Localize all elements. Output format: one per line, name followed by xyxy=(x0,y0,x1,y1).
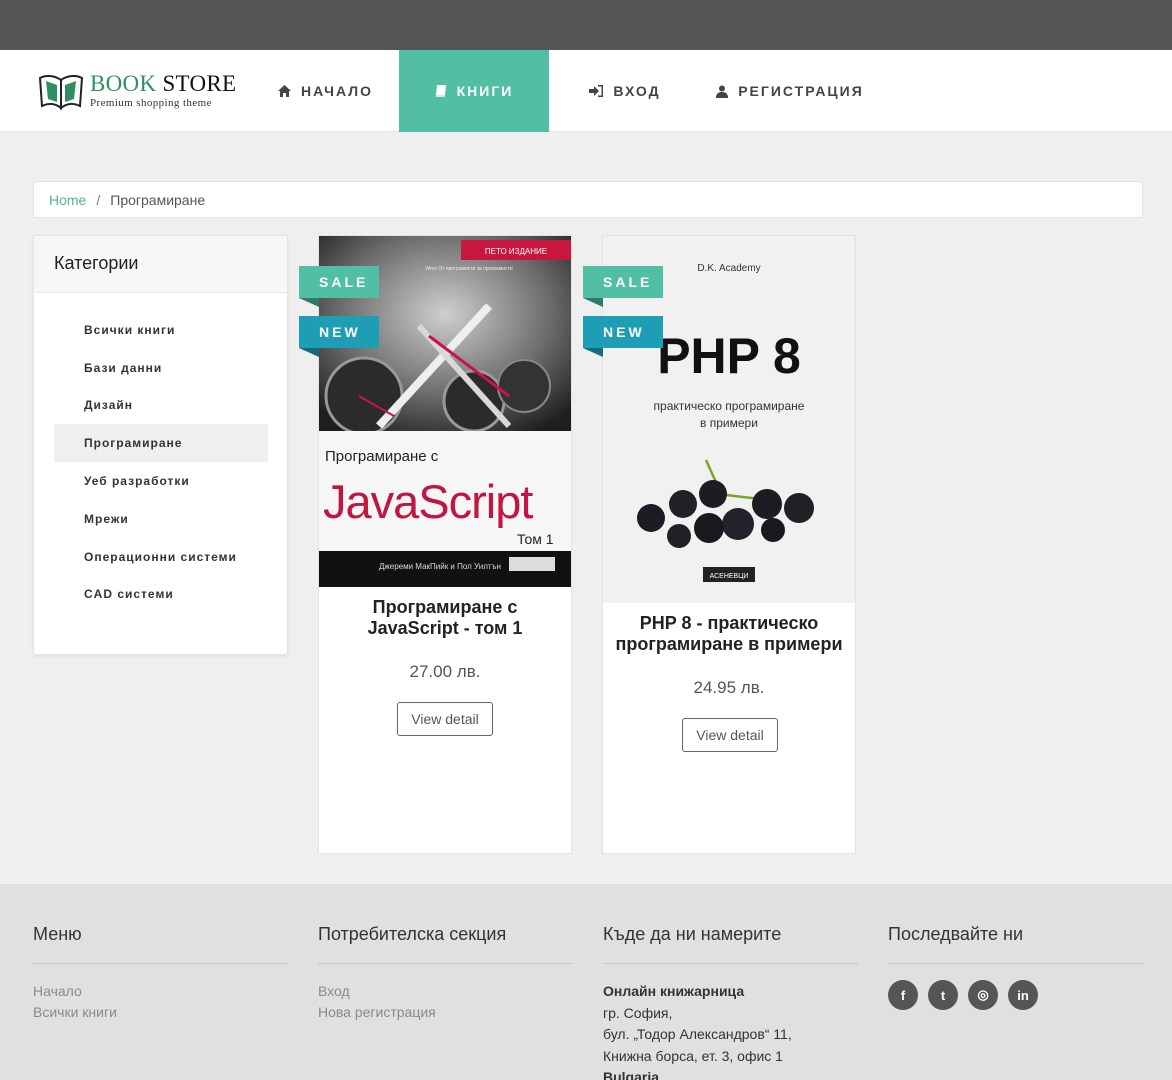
book-logo-icon xyxy=(38,74,84,110)
brand-title: BOOK STORE xyxy=(90,71,237,96)
category-list: Всички книги Бази данни Дизайн Програмир… xyxy=(54,311,268,613)
category-sidebar: Категории Всички книги Бази данни Дизайн… xyxy=(33,235,288,655)
address-line2: бул. „Тодор Александров“ 11, xyxy=(603,1026,792,1042)
cover-sub1: практическо програмиране xyxy=(654,399,805,413)
cover-big-title: PHP 8 xyxy=(657,328,801,384)
sign-in-icon xyxy=(589,85,604,97)
store-name: Онлайн книжарница xyxy=(603,983,745,999)
category-design[interactable]: Дизайн xyxy=(54,387,268,425)
footer-location-column: Къде да ни намерите Онлайн книжарница гр… xyxy=(603,924,858,1080)
cover-publisher-top: D.K. Academy xyxy=(697,263,760,274)
category-operating-systems[interactable]: Операционни системи xyxy=(54,538,268,576)
nav-books-label: КНИГИ xyxy=(456,83,514,99)
product-price: 24.95 лв. xyxy=(693,678,765,697)
footer-link-home[interactable]: Начало xyxy=(33,981,288,1002)
cover-authors: Джереми МакПийк и Пол Уилтън xyxy=(379,562,501,571)
category-databases[interactable]: Бази данни xyxy=(54,349,268,387)
new-badge: NEW xyxy=(583,316,663,357)
footer: Меню Начало Всички книги Потребителска с… xyxy=(0,884,1172,1080)
footer-menu-title: Меню xyxy=(33,924,288,964)
linkedin-icon[interactable]: in xyxy=(1008,980,1038,1010)
footer-link-register[interactable]: Нова регистрация xyxy=(318,1002,573,1023)
nav-login-label: ВХОД xyxy=(613,83,661,99)
product-price: 27.00 лв. xyxy=(409,662,481,681)
breadcrumb-current: Програмиране xyxy=(110,191,206,208)
footer-link-all-books[interactable]: Всички книги xyxy=(33,1002,288,1023)
nav-register-label: РЕГИСТРАЦИЯ xyxy=(738,83,864,99)
footer-user-title: Потребителска секция xyxy=(318,924,573,964)
category-all-books[interactable]: Всички книги xyxy=(54,311,268,349)
sale-badge: SALE xyxy=(299,266,379,307)
cover-tagline: Wrox От програмисти за програмисти xyxy=(425,266,513,272)
nav-home[interactable]: НАЧАЛО xyxy=(258,50,393,132)
address-line1: гр. София, xyxy=(603,1004,673,1021)
category-web-development[interactable]: Уеб разработки xyxy=(54,462,268,500)
category-networks[interactable]: Мрежи xyxy=(54,500,268,538)
sidebar-title: Категории xyxy=(34,236,287,293)
nav-home-label: НАЧАЛО xyxy=(301,83,373,99)
product-title[interactable]: PHP 8 - практическо програмиране в приме… xyxy=(613,613,845,655)
nav-register[interactable]: РЕГИСТРАЦИЯ xyxy=(705,50,875,132)
footer-follow-title: Последвайте ни xyxy=(888,924,1143,964)
book-icon xyxy=(435,85,447,97)
instagram-icon[interactable]: ◎ xyxy=(968,980,998,1010)
user-plus-icon xyxy=(716,85,729,98)
category-cad-systems[interactable]: CAD системи xyxy=(54,576,268,614)
product-title[interactable]: Програмиране с JavaScript - том 1 xyxy=(329,597,561,639)
view-detail-button[interactable]: View detail xyxy=(397,702,493,736)
nav-books[interactable]: КНИГИ xyxy=(399,50,549,132)
category-programming[interactable]: Програмиране xyxy=(54,424,268,463)
footer-menu-column: Меню Начало Всички книги xyxy=(33,924,288,1023)
brand-subtitle: Premium shopping theme xyxy=(90,97,212,109)
cover-line3: Том 1 xyxy=(517,531,554,547)
address-block: Онлайн книжарница гр. София, бул. „Тодор… xyxy=(603,981,858,1080)
footer-link-login[interactable]: Вход xyxy=(318,981,573,1002)
address-line3: Книжна борса, ет. 3, офис 1 xyxy=(603,1047,783,1064)
navbar: BOOK STORE Premium shopping theme НАЧАЛО… xyxy=(0,50,1172,132)
sale-badge: SALE xyxy=(583,266,663,307)
breadcrumb-home-link[interactable]: Home xyxy=(49,192,86,208)
top-bar xyxy=(0,0,1172,50)
cover-edition: ПЕТО ИЗДАНИЕ xyxy=(485,247,547,256)
cover-sub2: в примери xyxy=(700,416,758,430)
product-card: SALE NEW ПЕТО ИЗДАНИЕ Wrox От програмист… xyxy=(299,235,572,854)
cover-publisher-bottom: АСЕНЕВЦИ xyxy=(710,573,749,580)
cover-line2: JavaScript xyxy=(323,475,533,528)
facebook-icon[interactable]: f xyxy=(888,980,918,1010)
twitter-icon[interactable]: t xyxy=(928,980,958,1010)
product-card: SALE NEW D.K. Academy PHP 8 практическо … xyxy=(583,235,856,854)
home-icon xyxy=(278,85,291,97)
footer-user-column: Потребителска секция Вход Нова регистрац… xyxy=(318,924,573,1023)
breadcrumb: Home / Програмиране xyxy=(33,181,1143,218)
cover-line1: Програмиране с xyxy=(325,448,439,465)
logo[interactable]: BOOK STORE Premium shopping theme xyxy=(38,70,238,114)
breadcrumb-separator: / xyxy=(96,191,101,208)
nav-login[interactable]: ВХОД xyxy=(575,50,675,132)
new-badge: NEW xyxy=(299,316,379,357)
view-detail-button[interactable]: View detail xyxy=(682,718,778,752)
footer-location-title: Къде да ни намерите xyxy=(603,924,858,964)
footer-follow-column: Последвайте ни f t ◎ in xyxy=(888,924,1143,1010)
address-country: Bulgaria xyxy=(603,1069,660,1080)
